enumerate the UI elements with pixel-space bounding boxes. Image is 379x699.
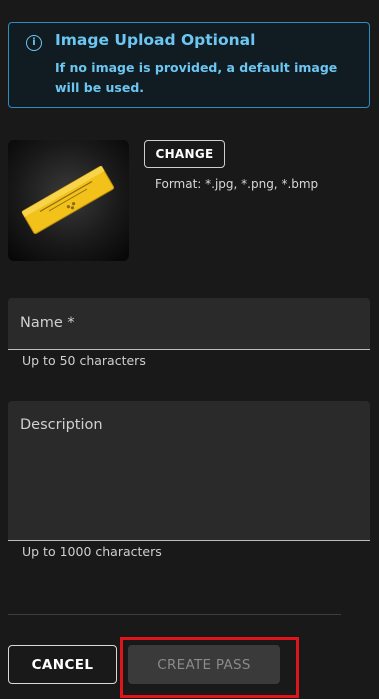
change-image-button[interactable]: CHANGE [144, 140, 225, 168]
info-icon: i [26, 35, 42, 51]
info-message: If no image is provided, a default image… [55, 60, 338, 95]
info-title: Image Upload Optional [55, 31, 256, 49]
ticket-image [21, 165, 115, 235]
description-field-label: Description [20, 417, 103, 433]
name-field[interactable]: Name * [8, 298, 370, 350]
create-pass-button[interactable]: CREATE PASS [128, 645, 280, 684]
name-field-label: Name * [20, 315, 75, 331]
format-hint: Format: *.jpg, *.png, *.bmp [155, 177, 319, 191]
divider [8, 614, 341, 615]
pass-image-thumbnail [8, 140, 129, 261]
name-helper-text: Up to 50 characters [22, 353, 146, 368]
info-banner: i Image Upload Optional If no image is p… [8, 22, 370, 108]
description-helper-text: Up to 1000 characters [22, 544, 162, 559]
cancel-button[interactable]: CANCEL [8, 645, 117, 684]
description-field[interactable]: Description [8, 401, 370, 541]
